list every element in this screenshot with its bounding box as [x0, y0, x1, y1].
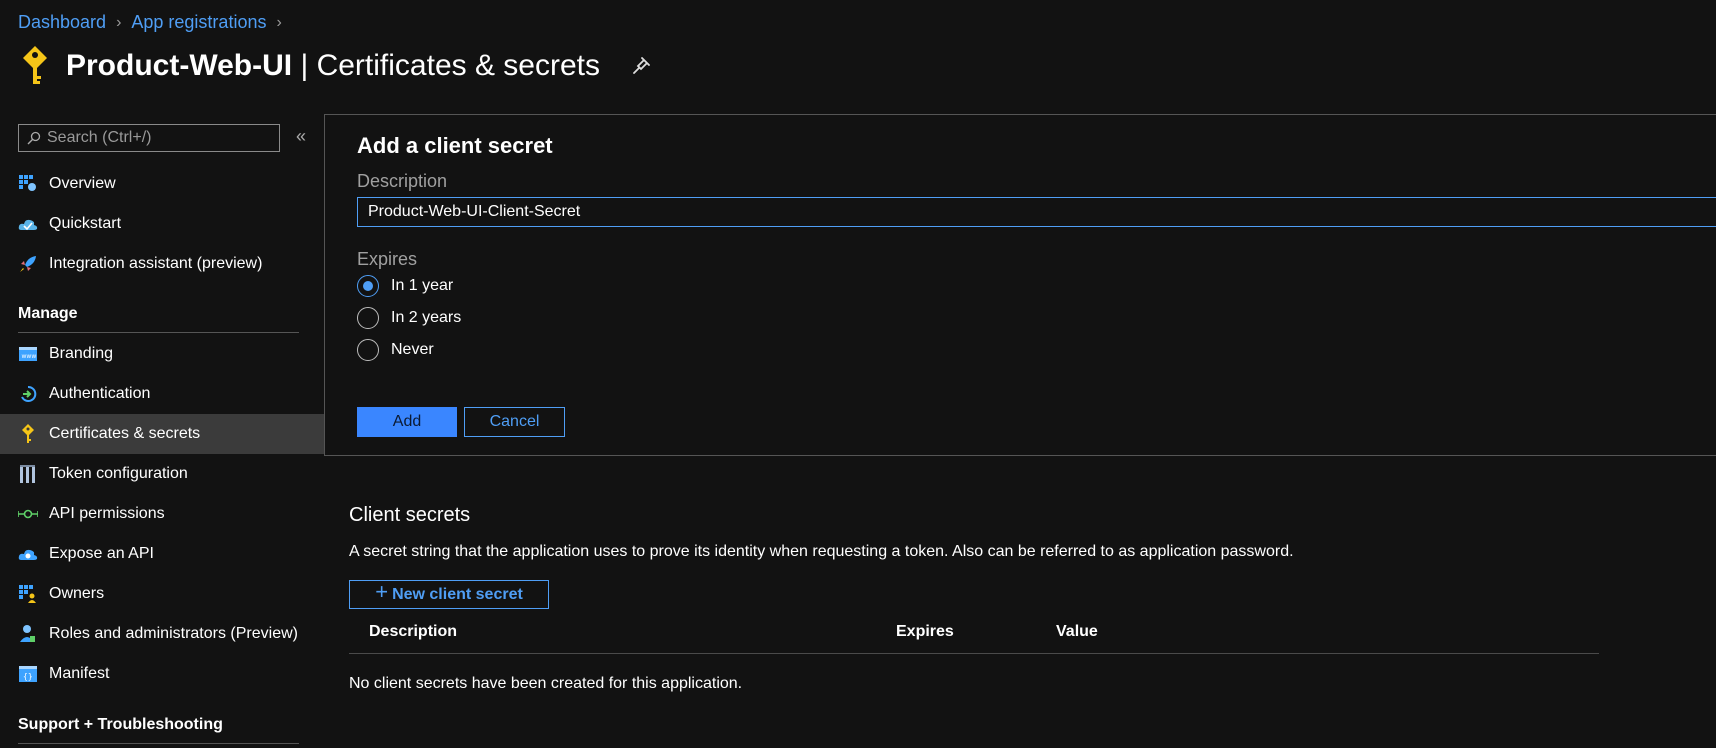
new-client-secret-button[interactable]: + New client secret: [349, 578, 549, 609]
sidebar-item-label: Roles and administrators (Preview): [49, 625, 298, 642]
breadcrumb-dashboard[interactable]: Dashboard: [18, 12, 106, 33]
sidebar-item-label: Integration assistant (preview): [49, 255, 263, 272]
client-secrets-description: A secret string that the application use…: [349, 543, 1294, 560]
radio-button[interactable]: [357, 307, 379, 329]
sidebar-item-token-configuration[interactable]: Token configuration: [0, 454, 324, 494]
owners-icon: [18, 584, 38, 604]
table-divider: [349, 653, 1599, 654]
empty-state-text: No client secrets have been created for …: [349, 675, 743, 692]
sidebar-item-roles-and-administrators[interactable]: Roles and administrators (Preview): [0, 614, 324, 654]
breadcrumb: Dashboard › App registrations ›: [18, 12, 282, 33]
chevron-right-icon: ›: [116, 13, 122, 31]
radio-label: In 1 year: [391, 277, 454, 294]
radio-button[interactable]: [357, 275, 379, 297]
sidebar-item-authentication[interactable]: Authentication: [0, 374, 324, 414]
page-title: Product-Web-UI | Certificates & secrets: [66, 49, 600, 82]
sidebar-item-branding[interactable]: www Branding: [0, 334, 324, 374]
quickstart-icon: [18, 214, 38, 234]
chevron-right-icon: ›: [276, 13, 282, 31]
sidebar-item-label: Expose an API: [49, 545, 154, 562]
add-button[interactable]: Add: [357, 407, 457, 437]
new-client-secret-label: New client secret: [392, 585, 523, 603]
section-header-support: Support + Troubleshooting: [18, 716, 223, 733]
sidebar-item-owners[interactable]: Owners: [0, 574, 324, 614]
key-icon: [23, 46, 47, 84]
rocket-icon: [18, 254, 38, 274]
token-icon: [18, 464, 38, 484]
expires-label: Expires: [357, 249, 418, 269]
sidebar-item-label: API permissions: [49, 505, 165, 522]
sidebar-item-label: Owners: [49, 585, 105, 602]
search-box[interactable]: [18, 124, 280, 152]
panel-title: Add a client secret: [357, 133, 553, 158]
search-icon: [27, 131, 41, 145]
key-icon: [18, 424, 38, 444]
section-header-manage: Manage: [18, 305, 78, 322]
column-header-expires: Expires: [896, 623, 954, 640]
pin-icon[interactable]: [630, 55, 652, 77]
overview-icon: [18, 174, 38, 194]
sidebar-item-overview[interactable]: Overview: [0, 164, 324, 204]
description-label: Description: [357, 171, 448, 191]
api-permissions-icon: [18, 504, 38, 524]
sidebar-item-label: Certificates & secrets: [49, 425, 201, 442]
sidebar-item-quickstart[interactable]: Quickstart: [0, 204, 324, 244]
plus-icon: +: [375, 578, 389, 604]
svg-text:www: www: [22, 353, 37, 360]
collapse-sidebar-icon[interactable]: «: [296, 126, 306, 147]
sidebar-item-label: Overview: [49, 175, 116, 192]
cancel-button[interactable]: Cancel: [464, 407, 565, 437]
sidebar-item-label: Branding: [49, 345, 114, 362]
radio-button[interactable]: [357, 339, 379, 361]
add-client-secret-panel: Add a client secret Description Expires …: [324, 114, 1716, 456]
radio-in-2-years[interactable]: In 2 years: [357, 307, 461, 329]
cloud-icon: [18, 544, 38, 564]
sidebar-item-label: Token configuration: [49, 465, 188, 482]
sidebar-item-expose-an-api[interactable]: Expose an API: [0, 534, 324, 574]
svg-text:{}: {}: [23, 672, 33, 681]
sidebar-item-certificates-secrets[interactable]: Certificates & secrets: [0, 414, 324, 454]
sidebar-item-label: Quickstart: [49, 215, 122, 232]
divider: [18, 743, 299, 744]
radio-label: In 2 years: [391, 309, 462, 326]
manifest-icon: {}: [18, 664, 38, 684]
column-header-description: Description: [369, 623, 458, 640]
authentication-icon: [18, 384, 38, 404]
sidebar-item-manifest[interactable]: {} Manifest: [0, 654, 324, 694]
divider: [18, 332, 299, 333]
branding-icon: www: [18, 344, 38, 364]
client-secrets-title: Client secrets: [349, 504, 471, 526]
page-header: Product-Web-UI | Certificates & secrets: [20, 44, 652, 88]
sidebar-item-label: Authentication: [49, 385, 151, 402]
description-input[interactable]: [357, 197, 1716, 227]
sidebar-item-api-permissions[interactable]: API permissions: [0, 494, 324, 534]
breadcrumb-app-registrations[interactable]: App registrations: [131, 12, 266, 33]
radio-label: Never: [391, 341, 434, 358]
radio-in-1-year[interactable]: In 1 year: [357, 275, 453, 297]
column-header-value: Value: [1056, 623, 1098, 640]
sidebar-item-label: Manifest: [49, 665, 110, 682]
roles-icon: [18, 624, 38, 644]
sidebar-item-integration-assistant[interactable]: Integration assistant (preview): [0, 244, 324, 284]
search-input[interactable]: [47, 129, 267, 147]
radio-never[interactable]: Never: [357, 339, 434, 361]
